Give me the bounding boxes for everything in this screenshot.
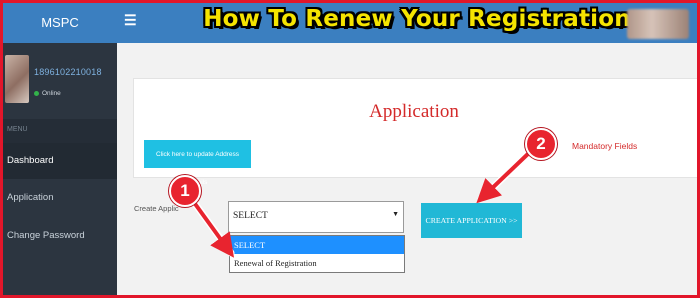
menu-header: MENU xyxy=(3,119,117,143)
user-status-label: Online xyxy=(42,90,61,97)
option-select[interactable]: SELECT xyxy=(230,236,404,254)
caret-down-icon[interactable]: ▼ xyxy=(392,211,399,218)
sidebar-item-application[interactable]: Application xyxy=(3,180,117,216)
update-address-button[interactable]: Click here to update Address Details xyxy=(144,140,251,186)
mandatory-fields-note: Mandatory Fields xyxy=(564,141,637,151)
mandatory-fields-label: Mandatory Fields xyxy=(572,141,638,151)
online-dot-icon xyxy=(34,91,39,96)
step-marker-2: 2 xyxy=(525,128,557,160)
top-bar: ☰ How To Renew Your Registration xyxy=(117,3,697,43)
application-panel: Application Click here to update Address… xyxy=(133,78,697,186)
user-avatar xyxy=(5,55,29,103)
select-value: SELECT xyxy=(233,211,268,221)
page-title: Application xyxy=(369,101,459,122)
application-type-select[interactable]: SELECT ▼ xyxy=(228,201,404,233)
brand-logo[interactable]: MSPC xyxy=(3,3,117,43)
application-type-dropdown: SELECT Renewal of Registration xyxy=(229,235,405,273)
sidebar: MSPC 1896102210018 Online MENU Dashboard… xyxy=(3,3,117,295)
arrow-to-renewal-core xyxy=(191,199,235,258)
create-application-button[interactable]: CREATE APPLICATION >> xyxy=(421,203,522,238)
create-application-label: Create Applic xyxy=(134,204,179,213)
screenshot-frame: MSPC 1896102210018 Online MENU Dashboard… xyxy=(0,0,700,298)
sidebar-item-dashboard[interactable]: Dashboard xyxy=(3,143,117,179)
arrow-to-renewal xyxy=(189,197,235,257)
profile-avatar[interactable] xyxy=(627,9,689,39)
sidebar-item-change-password[interactable]: Change Password xyxy=(3,218,117,254)
user-status: Online xyxy=(34,90,61,97)
option-renewal[interactable]: Renewal of Registration xyxy=(230,254,404,272)
tutorial-headline: How To Renew Your Registration xyxy=(203,6,631,32)
user-id: 1896102210018 xyxy=(34,67,102,77)
step-marker-1: 1 xyxy=(169,175,201,207)
hamburger-icon[interactable]: ☰ xyxy=(124,12,137,29)
